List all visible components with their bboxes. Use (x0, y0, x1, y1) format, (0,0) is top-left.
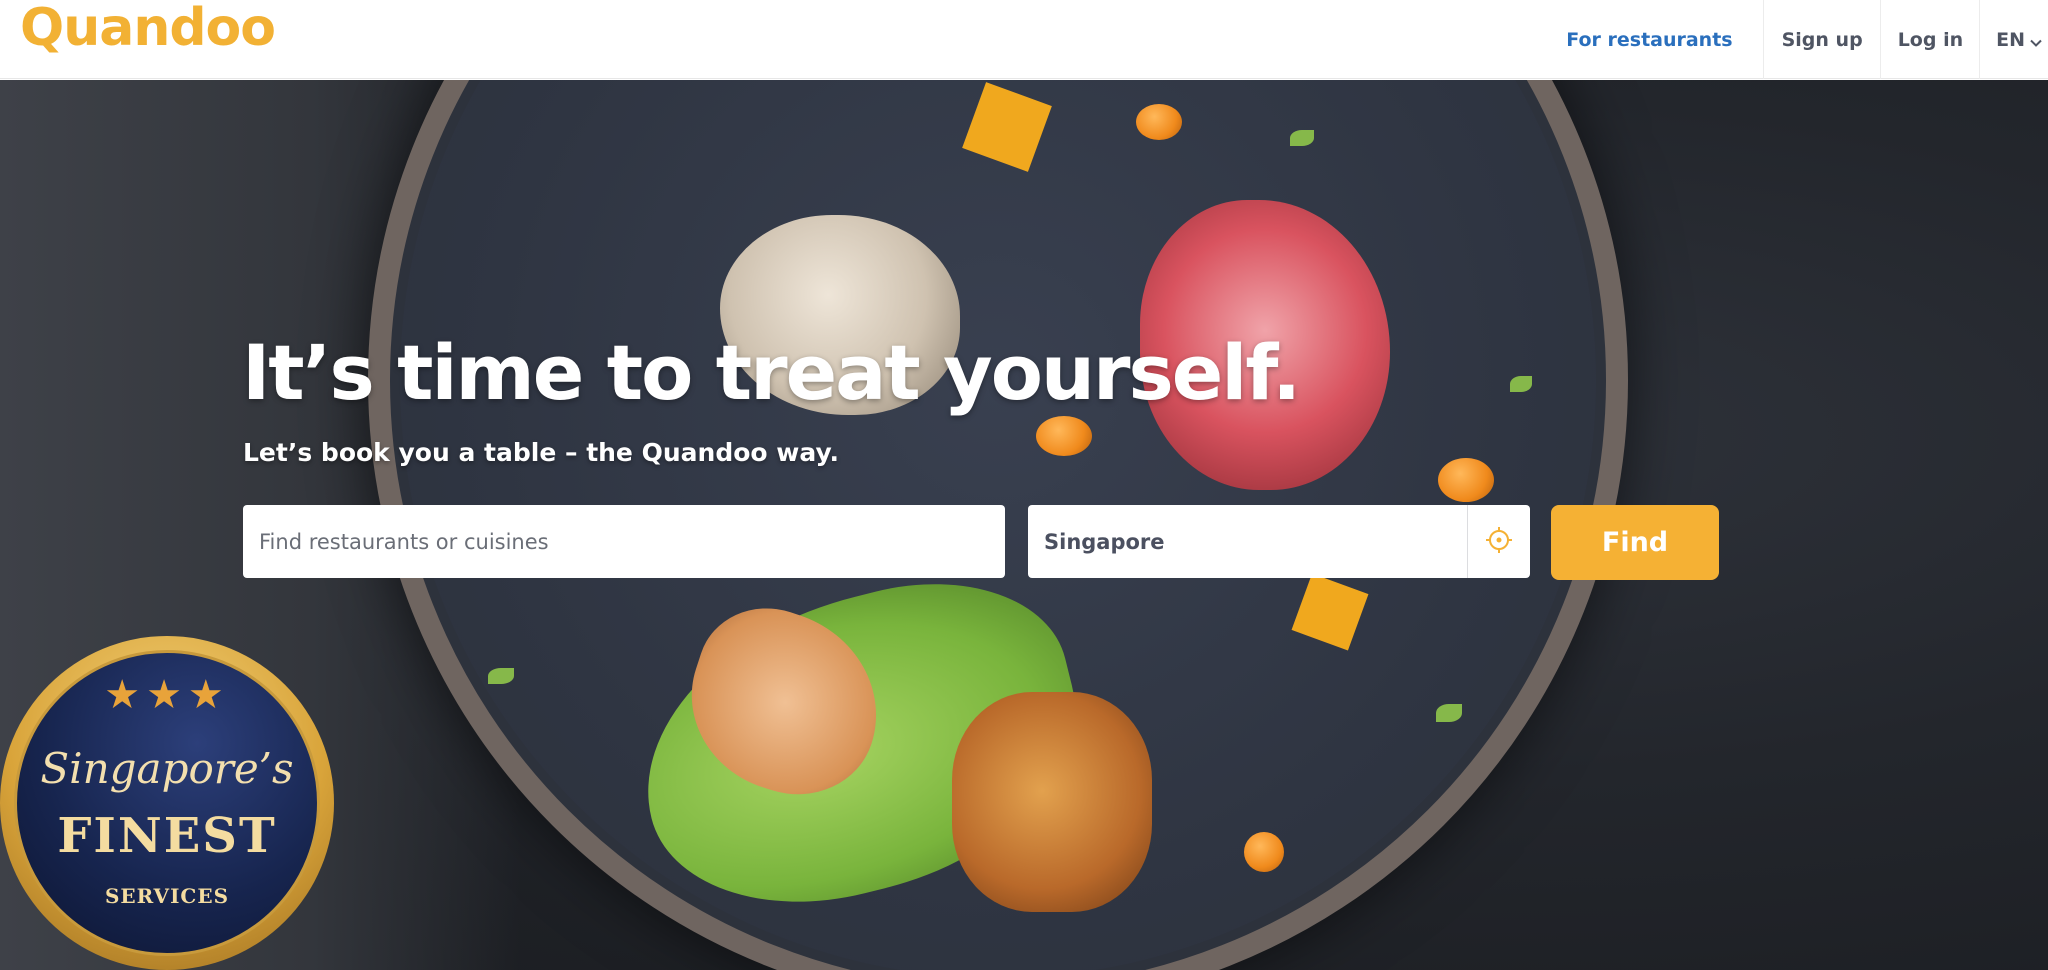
language-label: EN (1996, 28, 2025, 51)
language-selector[interactable]: EN (1979, 0, 2048, 79)
croquette-image (952, 692, 1152, 912)
locate-me-button[interactable] (1467, 505, 1530, 578)
hero-title: It’s time to treat yourself. (242, 328, 1301, 417)
sign-up-link[interactable]: Sign up (1762, 0, 1880, 79)
restaurant-search-input[interactable] (243, 505, 1005, 578)
log-in-link[interactable]: Log in (1879, 0, 1979, 79)
badge-finest-text: FINEST (57, 808, 277, 864)
top-nav: For restaurants Sign up Log in EN (1550, 0, 2048, 79)
garnish-dot (1244, 832, 1284, 872)
badge-services-text: SERVICES (104, 884, 230, 908)
singapores-finest-badge: ★★★ Singapore’s FINEST SERVICES (0, 636, 334, 970)
location-field[interactable]: Singapore (1028, 505, 1530, 578)
badge-script-text: Singapore’s (40, 744, 294, 793)
garnish-dot (1136, 104, 1182, 140)
garnish-dot (1036, 416, 1092, 456)
chevron-down-icon (2029, 33, 2043, 47)
microgreen-leaf (1436, 704, 1462, 722)
microgreen-leaf (1290, 130, 1314, 146)
microgreen-leaf (488, 668, 514, 684)
badge-stars: ★★★ (104, 672, 230, 718)
hero-subtitle: Let’s book you a table – the Quandoo way… (243, 438, 839, 467)
garnish-dot (1438, 458, 1494, 502)
site-header: Quandoo For restaurants Sign up Log in E… (0, 0, 2048, 79)
location-value[interactable]: Singapore (1028, 505, 1467, 578)
for-restaurants-link[interactable]: For restaurants (1550, 0, 1762, 79)
crosshair-icon (1484, 525, 1514, 559)
microgreen-leaf (1510, 376, 1532, 392)
find-button[interactable]: Find (1551, 505, 1719, 580)
quandoo-logo[interactable]: Quandoo (20, 2, 276, 54)
